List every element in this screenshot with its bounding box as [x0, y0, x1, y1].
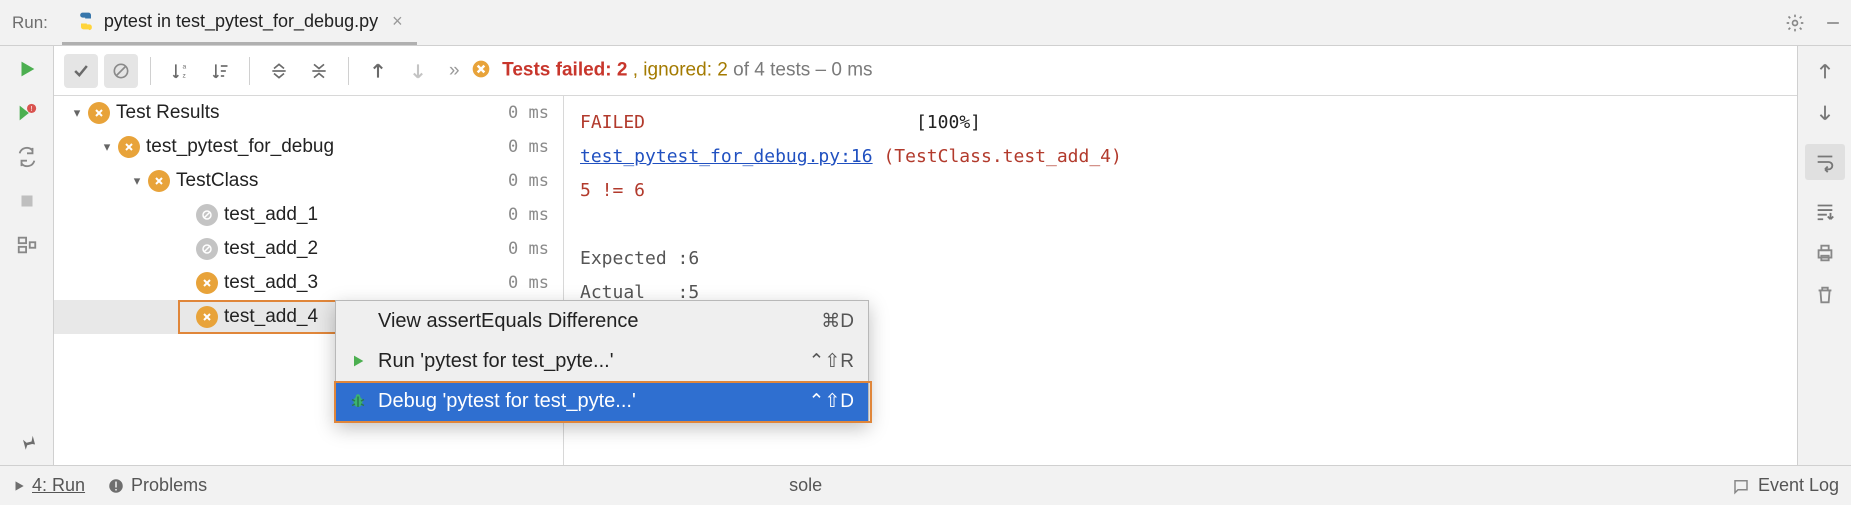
sort-duration-icon[interactable] [203, 54, 237, 88]
show-passed-toggle[interactable] [64, 54, 98, 88]
python-file-icon [76, 11, 96, 31]
expand-arrow-icon[interactable]: ▾ [128, 173, 146, 189]
skip-icon [196, 238, 218, 260]
right-gutter [1797, 46, 1851, 465]
rerun-failed-icon[interactable]: ! [16, 102, 38, 124]
run-tab[interactable]: pytest in test_pytest_for_debug.py × [62, 0, 417, 45]
tree-leaf[interactable]: test_add_2 0 ms [54, 232, 563, 266]
context-menu-item[interactable]: Debug 'pytest for test_pyte...'⌃⇧D [336, 381, 868, 421]
gear-icon[interactable] [1785, 13, 1805, 33]
context-menu[interactable]: View assertEquals Difference⌘DRun 'pytes… [335, 300, 869, 422]
show-ignored-toggle[interactable] [104, 54, 138, 88]
duration-label: 0 ms [508, 205, 549, 225]
tree-item-label: test_add_2 [224, 238, 318, 260]
expand-all-icon[interactable] [262, 54, 296, 88]
scroll-down-icon[interactable] [1814, 102, 1836, 124]
pin-icon[interactable] [11, 427, 41, 457]
tree-item-label: test_pytest_for_debug [146, 136, 334, 158]
sort-alpha-icon[interactable]: az [163, 54, 197, 88]
toggle-auto-test-icon[interactable] [16, 146, 38, 168]
svg-text:a: a [183, 63, 187, 70]
fail-icon [148, 170, 170, 192]
run-tool-header: Run: pytest in test_pytest_for_debug.py … [0, 0, 1851, 46]
context-menu-item[interactable]: Run 'pytest for test_pyte...'⌃⇧R [336, 341, 868, 381]
duration-label: 0 ms [508, 273, 549, 293]
scroll-up-icon[interactable] [1814, 60, 1836, 82]
stop-icon[interactable] [16, 190, 38, 212]
tool-window-run[interactable]: 4: Run [12, 475, 85, 496]
duration-label: 0 ms [508, 239, 549, 259]
scroll-to-end-icon[interactable] [1814, 200, 1836, 222]
menu-item-label: Run 'pytest for test_pyte...' [378, 350, 808, 373]
source-link[interactable]: test_pytest_for_debug.py:16 [580, 146, 873, 167]
fail-icon [196, 306, 218, 328]
tree-item-label: test_add_3 [224, 272, 318, 294]
close-icon[interactable]: × [386, 11, 403, 32]
run-tab-title: pytest in test_pytest_for_debug.py [104, 11, 378, 32]
fail-icon [88, 102, 110, 124]
soft-wrap-toggle[interactable] [1805, 144, 1845, 180]
next-failed-icon[interactable] [401, 54, 435, 88]
svg-text:!: ! [30, 104, 32, 113]
duration-label: 0 ms [508, 171, 549, 191]
prev-failed-icon[interactable] [361, 54, 395, 88]
tree-leaf[interactable]: test_add_3 0 ms [54, 266, 563, 300]
tree-node[interactable]: ▾ test_pytest_for_debug 0 ms [54, 130, 563, 164]
run-icon [346, 353, 370, 369]
tree-node[interactable]: ▾ TestClass 0 ms [54, 164, 563, 198]
run-label: Run: [8, 13, 62, 33]
tool-window-problems[interactable]: Problems [107, 475, 207, 496]
fail-icon [118, 136, 140, 158]
menu-item-label: Debug 'pytest for test_pyte...' [378, 390, 808, 413]
fail-icon [196, 272, 218, 294]
svg-text:z: z [183, 72, 186, 79]
context-menu-item[interactable]: View assertEquals Difference⌘D [336, 301, 868, 341]
test-toolbar: az » [54, 46, 1797, 96]
menu-item-shortcut: ⌃⇧D [808, 390, 854, 413]
tree-item-label: Test Results [116, 102, 219, 124]
status-bar: 4: Run Problems sole Event Log [0, 465, 1851, 505]
trash-icon[interactable] [1814, 284, 1836, 306]
event-log-button[interactable]: Event Log [1732, 475, 1839, 496]
collapse-all-icon[interactable] [302, 54, 336, 88]
tool-window-partial[interactable]: sole [789, 475, 822, 496]
menu-item-shortcut: ⌘D [821, 310, 854, 333]
bug-icon [346, 392, 370, 410]
duration-label: 0 ms [508, 103, 549, 123]
expand-arrow-icon[interactable]: ▾ [98, 139, 116, 155]
tree-item-label: test_add_4 [224, 306, 318, 328]
test-summary: » Tests failed: 2 , ignored: 2 of 4 test… [449, 59, 873, 82]
duration-label: 0 ms [508, 137, 549, 157]
fail-circle-icon [471, 59, 491, 79]
expand-arrow-icon[interactable]: ▾ [68, 105, 86, 121]
print-icon[interactable] [1814, 242, 1836, 264]
minimize-icon[interactable] [1823, 13, 1843, 33]
tree-leaf[interactable]: test_add_1 0 ms [54, 198, 563, 232]
tree-item-label: test_add_1 [224, 204, 318, 226]
run-icon[interactable] [16, 58, 38, 80]
layout-icon[interactable] [16, 234, 38, 256]
tree-node[interactable]: ▾ Test Results 0 ms [54, 96, 563, 130]
menu-item-shortcut: ⌃⇧R [808, 350, 854, 373]
tree-item-label: TestClass [176, 170, 258, 192]
menu-item-label: View assertEquals Difference [378, 310, 821, 333]
skip-icon [196, 204, 218, 226]
left-gutter: ! [0, 46, 54, 465]
